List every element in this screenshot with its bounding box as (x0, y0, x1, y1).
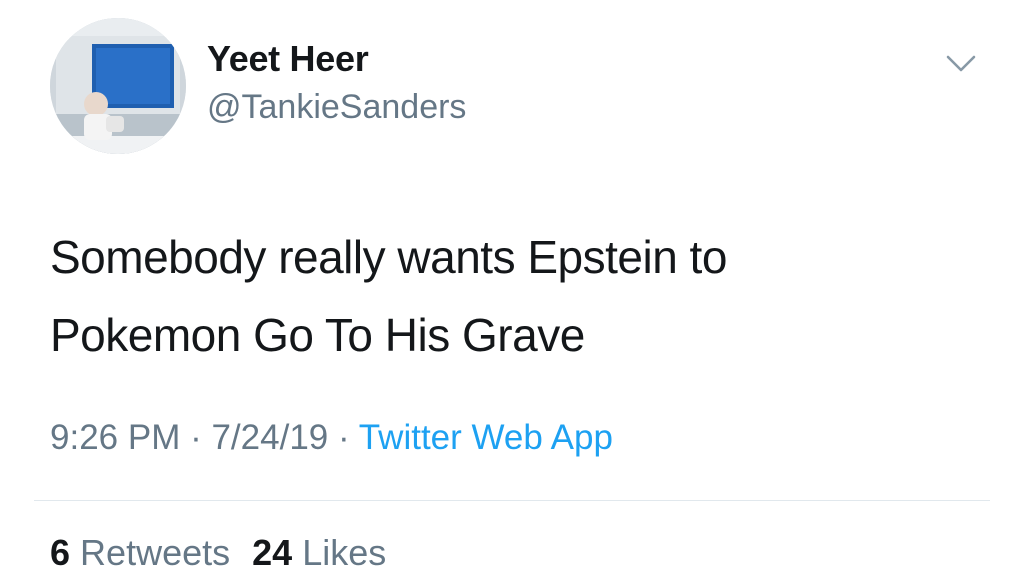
tweet-stats: 6 Retweets 24 Likes (50, 532, 386, 574)
chevron-down-icon[interactable] (944, 48, 978, 78)
retweets-label: Retweets (80, 532, 231, 573)
retweets-count: 6 (50, 532, 71, 573)
divider (34, 500, 990, 501)
tweet-source-link[interactable]: Twitter Web App (359, 418, 613, 457)
tweet-text-line: Somebody really wants Epstein to (50, 231, 727, 283)
tweet-text-line: Pokemon Go To His Grave (50, 309, 585, 361)
tweet-card: Yeet Heer @TankieSanders Somebody really… (0, 0, 1024, 574)
meta-separator: · (180, 418, 212, 457)
tweet-text: Somebody really wants Epstein to Pokemon… (50, 218, 990, 374)
likes-stat[interactable]: 24 Likes (252, 532, 386, 573)
tweet-time[interactable]: 9:26 PM (50, 418, 180, 457)
avatar-photo (50, 18, 186, 154)
author-handle[interactable]: @TankieSanders (207, 88, 466, 127)
author-display-name[interactable]: Yeet Heer (207, 38, 369, 80)
likes-label: Likes (302, 532, 387, 573)
tweet-date[interactable]: 7/24/19 (211, 418, 328, 457)
avatar[interactable] (50, 18, 186, 154)
tweet-meta: 9:26 PM · 7/24/19 · Twitter Web App (50, 418, 613, 458)
likes-count: 24 (252, 532, 293, 573)
meta-separator: · (328, 418, 359, 457)
retweets-stat[interactable]: 6 Retweets (50, 532, 230, 573)
